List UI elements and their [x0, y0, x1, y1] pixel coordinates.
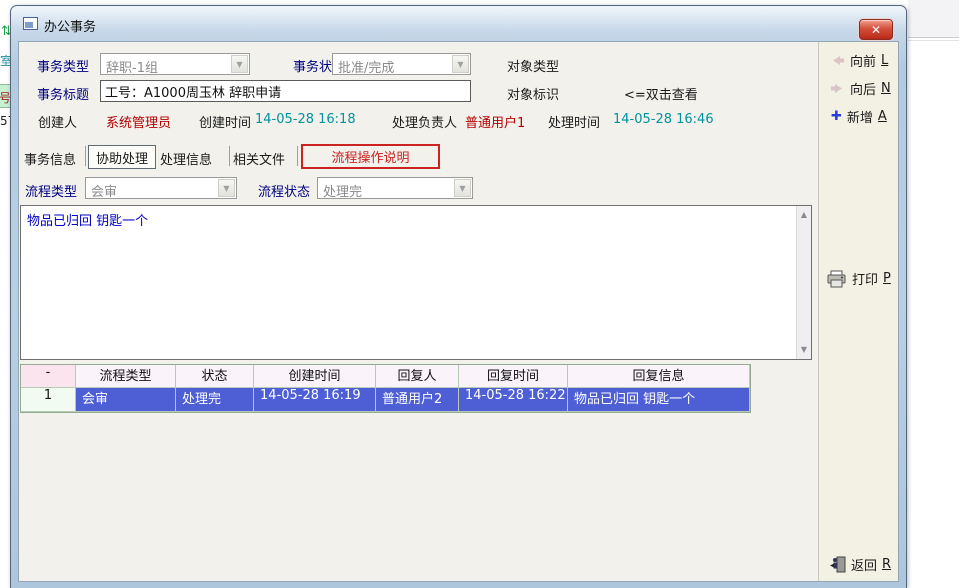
column-header: 流程类型: [76, 365, 176, 388]
table-cell: 14-05-28 16:19: [254, 388, 376, 412]
arrow-right-icon: [830, 83, 845, 94]
table-cell: 物品已归回 钥匙一个: [568, 388, 750, 412]
background-fragment-text: 号: [0, 89, 10, 106]
table-cell: 普通用户2: [376, 388, 459, 412]
tab-separator: [297, 146, 298, 166]
exit-door-icon: [830, 556, 846, 573]
print-key: P: [883, 271, 891, 286]
backward-button[interactable]: 向后 N: [830, 79, 891, 98]
process-content-text: 物品已归回 钥匙一个: [27, 210, 148, 229]
add-new-button[interactable]: ✚ 新增 A: [831, 107, 887, 126]
return-button[interactable]: 返回 R: [830, 555, 891, 574]
object-type-label: 对象类型: [507, 56, 559, 75]
create-time-value: 14-05-28 16:18: [255, 112, 356, 127]
close-icon: ✕: [871, 23, 881, 37]
creator-value: 系统管理员: [106, 112, 171, 131]
tab-assist-handling-label: 协助处理: [96, 148, 148, 167]
table-cell: 会审: [76, 388, 176, 412]
process-status-select[interactable]: 处理完 ▼: [317, 177, 473, 199]
forward-button[interactable]: 向前 L: [830, 51, 888, 70]
transaction-status-select[interactable]: 批准/完成 ▼: [332, 53, 471, 75]
transaction-status-value: 批准/完成: [338, 57, 450, 76]
column-header: -: [21, 365, 76, 388]
arrow-left-icon: [830, 55, 845, 66]
close-button[interactable]: ✕: [859, 19, 893, 40]
transaction-title-label: 事务标题: [37, 84, 89, 103]
process-status-value: 处理完: [323, 181, 452, 200]
tab-assist-handling[interactable]: 协助处理: [88, 145, 156, 169]
background-window-band: [908, 0, 959, 37]
column-header: 回复信息: [568, 365, 750, 388]
row-index-cell: 1: [21, 388, 76, 412]
tab-separator: [229, 146, 230, 166]
print-button[interactable]: 打印 P: [826, 269, 891, 288]
scroll-up-icon[interactable]: ▲: [797, 208, 811, 222]
chevron-down-icon[interactable]: ▼: [218, 179, 235, 197]
tab-transaction-info[interactable]: 事务信息: [24, 149, 76, 168]
background-fragment: 号: [0, 84, 10, 108]
object-id-label: 对象标识: [507, 84, 559, 103]
window-title: 办公事务: [44, 16, 96, 35]
backward-label: 向后: [850, 79, 876, 98]
process-content-textarea[interactable]: 物品已归回 钥匙一个 ▲ ▼: [20, 205, 812, 360]
add-new-key: A: [878, 109, 887, 124]
table-row[interactable]: 1 会审 处理完 14-05-28 16:19 普通用户2 14-05-28 1…: [21, 388, 750, 412]
background-fragment: 室写: [0, 52, 10, 69]
forward-label: 向前: [850, 51, 876, 70]
chevron-down-icon[interactable]: ▼: [231, 55, 248, 73]
handle-time-value: 14-05-28 16:46: [613, 112, 714, 127]
background-divider: [908, 40, 959, 41]
tab-separator: [85, 146, 86, 166]
print-label: 打印: [852, 269, 878, 288]
chevron-down-icon[interactable]: ▼: [452, 55, 469, 73]
handle-time-label: 处理时间: [548, 112, 600, 131]
background-divider: [908, 37, 959, 38]
transaction-type-label: 事务类型: [37, 56, 89, 75]
table-cell: 处理完: [176, 388, 254, 412]
table-header-row: - 流程类型 状态 创建时间 回复人 回复时间 回复信息: [21, 365, 750, 388]
transaction-type-value: 辞职-1组: [106, 57, 229, 76]
transaction-title-input[interactable]: [100, 80, 471, 102]
tab-related-files[interactable]: 相关文件: [233, 149, 285, 168]
scroll-down-icon[interactable]: ▼: [797, 343, 811, 357]
return-label: 返回: [851, 555, 877, 574]
return-key: R: [882, 557, 891, 572]
backward-key: N: [881, 81, 891, 96]
add-new-label: 新增: [847, 107, 873, 126]
printer-icon: [826, 270, 847, 288]
process-records-table: - 流程类型 状态 创建时间 回复人 回复时间 回复信息 1 会审 处理完 14…: [20, 364, 751, 413]
tab-handling-info[interactable]: 处理信息: [160, 149, 212, 168]
process-type-value: 会审: [91, 181, 216, 200]
vertical-scrollbar[interactable]: ▲ ▼: [796, 206, 811, 359]
column-header: 回复时间: [459, 365, 568, 388]
process-type-label: 流程类型: [25, 181, 77, 200]
process-instructions-label: 流程操作说明: [331, 147, 409, 166]
process-status-label: 流程状态: [258, 181, 310, 200]
handler-value: 普通用户1: [465, 112, 525, 131]
forward-key: L: [881, 53, 888, 68]
transaction-type-select[interactable]: 辞职-1组 ▼: [100, 53, 250, 75]
object-id-hint: <=双击查看: [624, 84, 698, 103]
table-cell: 14-05-28 16:22: [459, 388, 568, 412]
chevron-down-icon[interactable]: ▼: [454, 179, 471, 197]
column-header: 回复人: [376, 365, 459, 388]
handler-label: 处理负责人: [392, 112, 457, 131]
screen: ⇅ 室写 号 57 办公事务 ✕ 事务类型 辞职-1组 ▼ 事务状态 批准/完成…: [0, 0, 959, 588]
window-icon: [23, 17, 38, 30]
process-instructions-button[interactable]: 流程操作说明: [301, 144, 440, 169]
plus-icon: ✚: [831, 109, 842, 124]
creator-label: 创建人: [38, 112, 77, 131]
column-header: 创建时间: [254, 365, 376, 388]
create-time-label: 创建时间: [199, 112, 251, 131]
process-type-select[interactable]: 会审 ▼: [85, 177, 237, 199]
column-header: 状态: [176, 365, 254, 388]
